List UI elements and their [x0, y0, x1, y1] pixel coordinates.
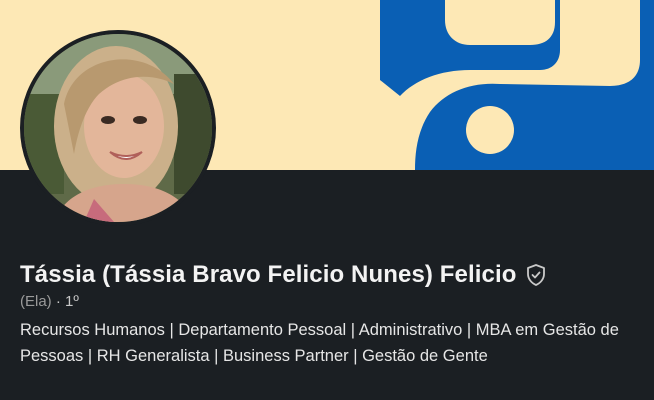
profile-name-row: Tássia (Tássia Bravo Felicio Nunes) Feli…: [20, 258, 548, 292]
shield-check-icon[interactable]: [524, 263, 548, 287]
profile-photo[interactable]: [20, 30, 216, 226]
profile-headline: Recursos Humanos | Departamento Pessoal …: [20, 321, 619, 365]
meta-separator: ·: [55, 293, 61, 310]
connection-degree: 1º: [65, 293, 79, 310]
profile-photo-image: [24, 34, 212, 222]
profile-name: Tássia (Tássia Bravo Felicio Nunes) Feli…: [20, 261, 517, 288]
profile-meta: (Ela) · 1º: [20, 293, 79, 310]
pronouns: (Ela): [20, 293, 52, 310]
